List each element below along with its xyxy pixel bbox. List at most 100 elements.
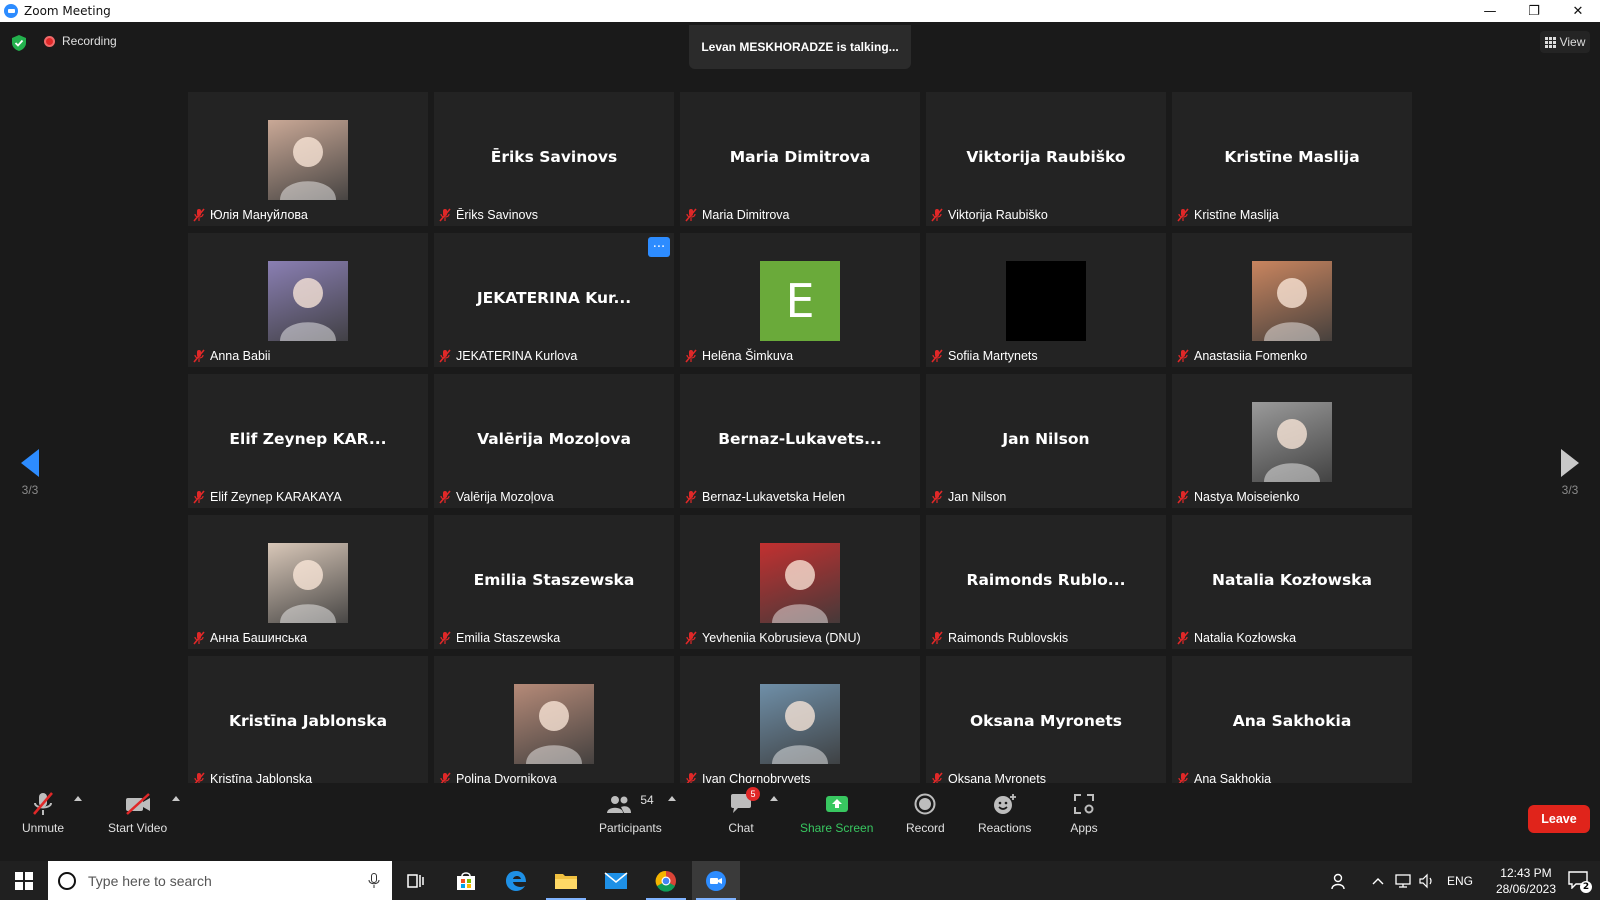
apps-label: Apps (1070, 821, 1098, 835)
participant-tile[interactable]: Emilia Staszewska Emilia Staszewska (434, 515, 674, 649)
people-button[interactable] (1330, 861, 1348, 900)
chat-bubble-icon: 5 (726, 787, 760, 819)
participant-tile[interactable]: Ēriks Savinovs Ēriks Savinovs (434, 92, 674, 226)
chat-unread-badge: 5 (746, 787, 760, 801)
taskbar-zoom[interactable] (692, 861, 740, 900)
muted-mic-icon (1177, 208, 1189, 222)
muted-mic-icon (193, 349, 205, 363)
start-video-button[interactable]: Start Video (108, 789, 167, 835)
record-label: Record (906, 821, 945, 835)
taskbar-microsoft-store[interactable] (442, 861, 490, 900)
task-view-button[interactable] (392, 861, 440, 900)
participant-tile[interactable]: Nastya Moiseienko (1172, 374, 1412, 508)
participant-tile[interactable]: Valērija Mozoļova Valērija Mozoļova (434, 374, 674, 508)
taskbar-search-box[interactable]: Type here to search (48, 861, 392, 900)
tile-more-options-button[interactable]: ··· (648, 237, 670, 257)
participant-name: Anastasiia Fomenko (1194, 349, 1308, 363)
participant-tile[interactable]: Kristīna Jablonska Kristīna Jablonska (188, 656, 428, 790)
participant-name: Nastya Moiseienko (1194, 490, 1300, 504)
share-screen-button[interactable]: Share Screen (800, 789, 873, 835)
action-center-button[interactable]: 2 (1568, 871, 1592, 893)
muted-mic-icon (439, 349, 451, 363)
folder-icon (555, 873, 577, 889)
participant-tile[interactable]: Jan Nilson Jan Nilson (926, 374, 1166, 508)
participant-tile[interactable]: Bernaz-Lukavets... Bernaz-Lukavetska Hele… (680, 374, 920, 508)
participant-tile[interactable]: Polina Dvornikova (434, 656, 674, 790)
people-icon (1331, 873, 1345, 889)
network-icon (1395, 873, 1411, 888)
participant-tile[interactable]: JEKATERINA Kur... ··· JEKATERINA Kurlova (434, 233, 674, 367)
window-controls: — ❐ ✕ (1468, 0, 1600, 22)
participant-name: Natalia Kozłowska (1194, 631, 1297, 645)
recording-indicator[interactable]: Recording (44, 34, 117, 48)
participant-tile[interactable]: E Helēna Šimkuva (680, 233, 920, 367)
input-language[interactable]: ENG (1447, 861, 1473, 900)
show-hidden-icons-button[interactable] (1372, 861, 1384, 900)
participant-photo (760, 684, 840, 764)
participants-button[interactable]: 54 Participants (599, 789, 662, 835)
participant-tile[interactable]: Ivan Chornobryvets (680, 656, 920, 790)
encryption-shield-icon[interactable] (12, 35, 26, 51)
muted-mic-icon (1177, 631, 1189, 645)
participant-display-name: Valērija Mozoļova (477, 430, 631, 448)
taskbar-file-explorer[interactable] (542, 861, 590, 900)
participant-tile[interactable]: Анна Башинська (188, 515, 428, 649)
next-page-button[interactable]: 3/3 (1540, 417, 1600, 507)
video-options-caret-icon[interactable] (172, 796, 180, 801)
participants-count: 54 (640, 793, 654, 807)
participant-tile[interactable]: Yevheniia Kobrusieva (DNU) (680, 515, 920, 649)
speaker-icon (1419, 873, 1432, 888)
start-button[interactable] (0, 861, 48, 900)
taskbar-chrome[interactable] (642, 861, 690, 900)
volume-button[interactable] (1418, 861, 1436, 900)
unmute-button[interactable]: Unmute (22, 789, 64, 835)
participant-tile[interactable]: Kristīne Maslija Kristīne Maslija (1172, 92, 1412, 226)
taskbar-edge[interactable] (492, 861, 540, 900)
minimize-button[interactable]: — (1468, 0, 1512, 22)
participant-tile[interactable]: Oksana Myronets Oksana Myronets (926, 656, 1166, 790)
voice-search-icon[interactable] (368, 873, 380, 889)
participant-display-name: Ana Sakhokia (1232, 712, 1352, 730)
active-speaker-banner: Levan MESKHORADZE is talking... (689, 25, 911, 69)
store-bag-icon (457, 871, 475, 890)
participant-photo (268, 120, 348, 200)
previous-page-button[interactable]: 3/3 (0, 417, 60, 507)
taskbar-mail[interactable] (592, 861, 640, 900)
close-button[interactable]: ✕ (1556, 0, 1600, 22)
taskbar-clock[interactable]: 12:43 PM 28/06/2023 (1496, 865, 1556, 897)
participant-tile[interactable]: Natalia Kozłowska Natalia Kozłowska (1172, 515, 1412, 649)
muted-mic-icon (685, 349, 697, 363)
participant-tile[interactable]: Юлія Мануйлова (188, 92, 428, 226)
participant-tile[interactable]: Ana Sakhokia Ana Sakhokia (1172, 656, 1412, 790)
window-title: Zoom Meeting (24, 4, 111, 18)
apps-button[interactable]: Apps (1069, 789, 1099, 835)
participant-name: Valērija Mozoļova (456, 490, 554, 504)
chat-options-caret-icon[interactable] (770, 796, 778, 801)
participant-tile[interactable]: Maria Dimitrova Maria Dimitrova (680, 92, 920, 226)
participant-tile[interactable]: Viktorija Raubiško Viktorija Raubiško (926, 92, 1166, 226)
person-silhouette-icon (1264, 278, 1320, 341)
record-button[interactable]: Record (906, 789, 945, 835)
participant-name: Emilia Staszewska (456, 631, 561, 645)
task-view-icon (407, 873, 424, 888)
participant-name-label: Bernaz-Lukavetska Helen (684, 488, 845, 506)
participants-options-caret-icon[interactable] (668, 796, 676, 801)
participant-photo (514, 684, 594, 764)
participant-tile[interactable]: Anastasiia Fomenko (1172, 233, 1412, 367)
view-button[interactable]: View (1540, 31, 1590, 53)
participant-name-label: Юлія Мануйлова (192, 206, 308, 224)
network-button[interactable] (1394, 861, 1412, 900)
participant-display-name: Oksana Myronets (969, 712, 1123, 730)
participant-name-label: Valērija Mozoļova (438, 488, 554, 506)
participant-tile[interactable]: Anna Babii (188, 233, 428, 367)
participant-tile[interactable]: Sofiia Martynets (926, 233, 1166, 367)
participant-tile[interactable]: Raimonds Rublo... Raimonds Rublovskis (926, 515, 1166, 649)
participant-initial-avatar: E (760, 261, 840, 341)
audio-options-caret-icon[interactable] (74, 796, 82, 801)
reactions-button[interactable]: Reactions (978, 789, 1031, 835)
participant-name-label: Ēriks Savinovs (438, 206, 538, 224)
participant-tile[interactable]: Elif Zeynep KAR... Elif Zeynep KARAKAYA (188, 374, 428, 508)
restore-button[interactable]: ❐ (1512, 0, 1556, 22)
leave-meeting-button[interactable]: Leave (1528, 805, 1590, 833)
chat-button[interactable]: 5 Chat (726, 787, 760, 835)
